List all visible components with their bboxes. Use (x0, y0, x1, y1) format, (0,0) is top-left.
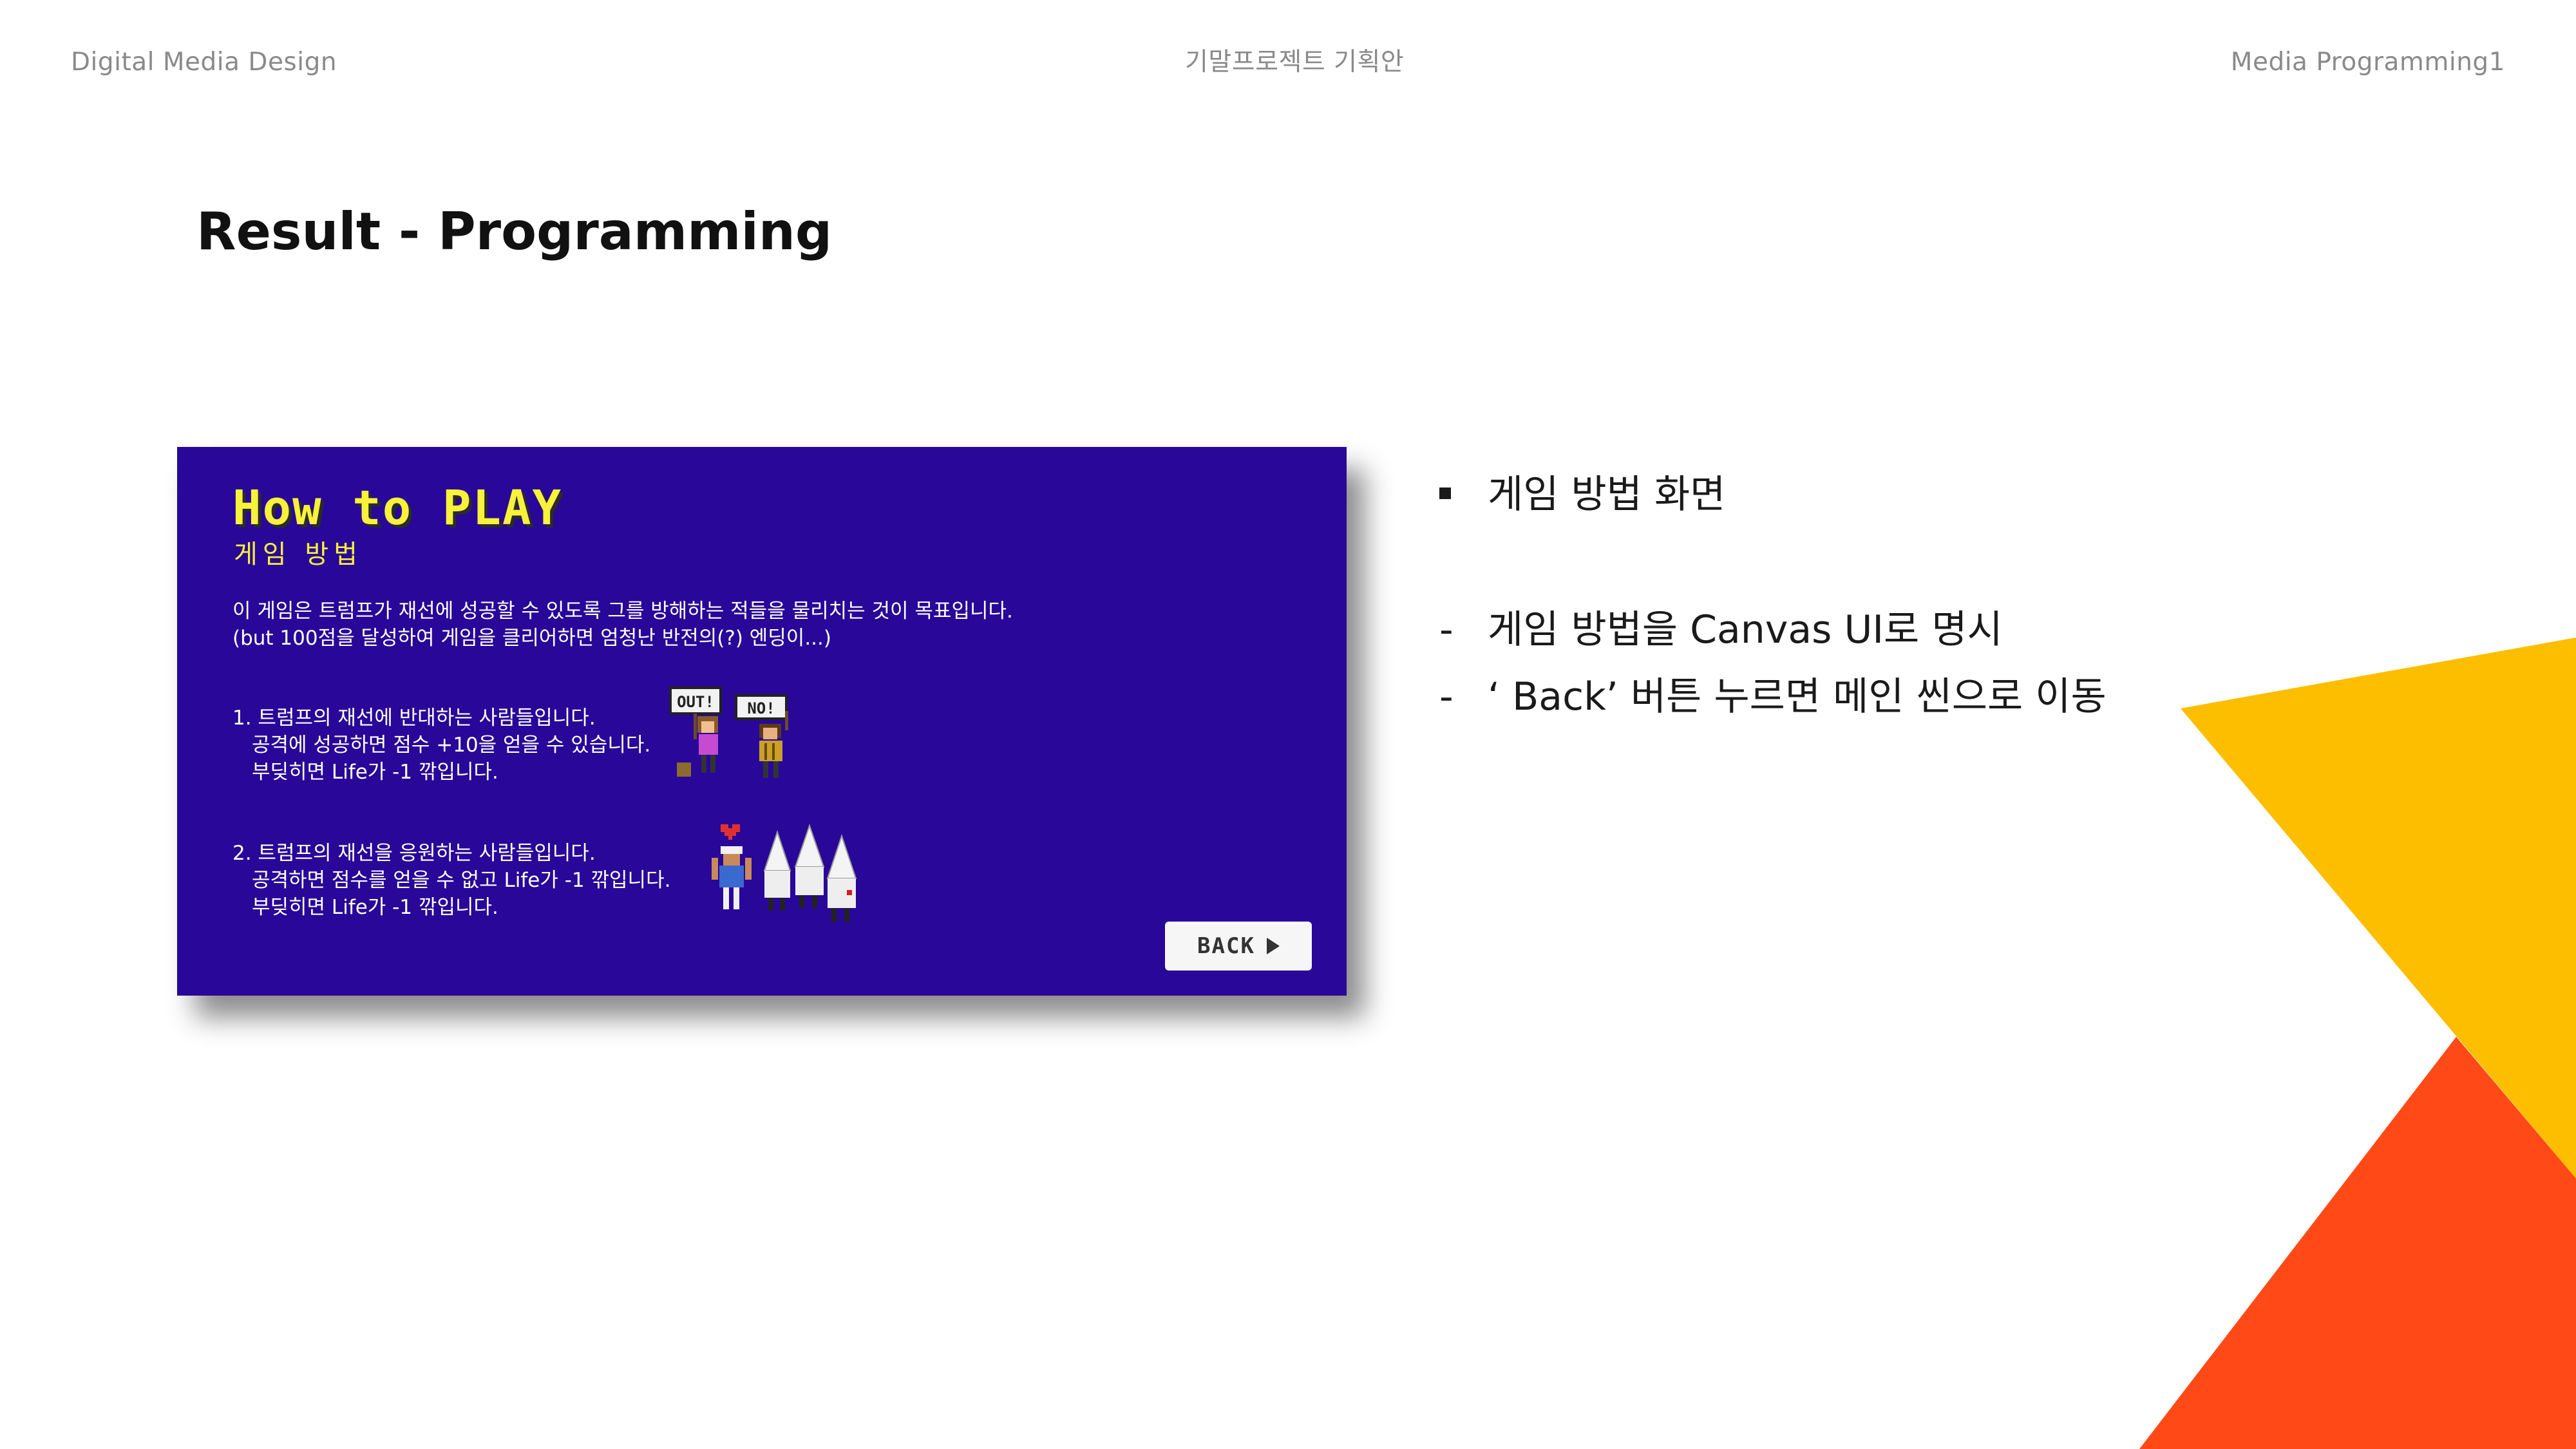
rule1-line: 1. 트럼프의 재선에 반대하는 사람들입니다. (232, 706, 596, 730)
hooded-figure-legs (812, 895, 817, 908)
play-arrow-icon (1266, 938, 1280, 954)
person-stripes (772, 743, 775, 760)
bullet-text: 게임 방법을 Canvas UI로 명시 (1488, 607, 2003, 652)
no-sign-stick (785, 711, 788, 730)
header-course-name: Digital Media Design (71, 48, 337, 77)
dash-bullet-marker: - (1439, 607, 1454, 652)
person-legs (734, 887, 739, 909)
person-arms (712, 858, 718, 880)
header-project-title: 기말프로젝트 기획안 (1185, 48, 1405, 77)
rule1-line: 공격에 성공하면 점수 +10을 얻을 수 있습니다. (252, 734, 651, 757)
game-screen-title: How to PLAY (232, 480, 563, 536)
hooded-figure (794, 823, 825, 867)
out-sign-stick (694, 714, 697, 739)
game-screenshot-panel: How to PLAY 게임 방법 이 게임은 트럼프가 재선에 성공할 수 있… (177, 447, 1347, 996)
person-legs (763, 761, 768, 778)
rule2-line: 부딪히면 Life가 -1 깎입니다. (252, 896, 498, 919)
heart-icon (721, 824, 740, 840)
small-animal (677, 762, 691, 777)
hooded-figure (763, 829, 791, 871)
person-stripes (764, 743, 767, 760)
bullet-item: 게임 방법 화면 (1439, 469, 1725, 520)
hooded-figure-legs (780, 898, 785, 911)
square-bullet-icon (1439, 488, 1451, 500)
hooded-figure (764, 871, 790, 898)
back-button[interactable]: BACK (1165, 922, 1312, 971)
person-legs (701, 755, 706, 773)
bullet-item: - 게임 방법을 Canvas UI로 명시 (1439, 604, 2003, 656)
out-sign-label: OUT! (677, 693, 714, 711)
bullet-text: 게임 방법 화면 (1488, 472, 1726, 517)
rule2-line: 2. 트럼프의 재선을 응원하는 사람들입니다. (232, 842, 596, 865)
rule2-line: 공격하면 점수를 얻을 수 없고 Life가 -1 깎입니다. (252, 869, 671, 892)
back-button-label: BACK (1197, 933, 1255, 959)
supporter-sprites (712, 823, 857, 922)
person-body (699, 734, 718, 755)
hooded-figure (795, 867, 824, 895)
square-bullet-marker (1439, 469, 1488, 520)
person-legs (710, 755, 715, 773)
hooded-figure (826, 833, 857, 879)
no-sign-label: NO! (747, 699, 775, 717)
bullet-text: ‘ Back’ 버튼 누르면 메인 씬으로 이동 (1488, 674, 2107, 719)
person-face (723, 854, 740, 866)
intro-line: (but 100점을 달성하여 게임을 클리어하면 엄청난 반전의(?) 엔딩이… (232, 627, 831, 650)
rule1-line: 부딪히면 Life가 -1 깎입니다. (252, 761, 498, 784)
person-body (759, 741, 782, 761)
hooded-figure-badge (847, 890, 852, 895)
hooded-figure-legs (768, 898, 773, 911)
page-title: Result - Programming (196, 202, 833, 261)
dash-bullet-marker: - (1439, 674, 1454, 719)
person-face (763, 728, 777, 739)
intro-line: 이 게임은 트럼프가 재선에 성공할 수 있도록 그를 방해하는 적들을 물리치… (232, 600, 1013, 623)
person-hat (721, 846, 743, 854)
person-legs (723, 887, 729, 909)
bullet-item: - ‘ Back’ 버튼 누르면 메인 씬으로 이동 (1439, 671, 2107, 723)
person-face (701, 721, 714, 733)
yellow-triangle (2181, 638, 2576, 1179)
person-legs (773, 761, 779, 778)
hooded-figure-legs (799, 895, 804, 908)
header-class-name: Media Programming1 (2230, 48, 2505, 77)
hooded-figure-legs (831, 908, 837, 922)
hooded-figure-legs (844, 908, 849, 922)
person-arms (745, 858, 752, 880)
person-body (719, 866, 744, 887)
game-screen-subtitle: 게임 방법 (234, 540, 363, 569)
protester-sprites: OUT! NO! (669, 687, 788, 778)
orange-triangle (2139, 1037, 2576, 1449)
